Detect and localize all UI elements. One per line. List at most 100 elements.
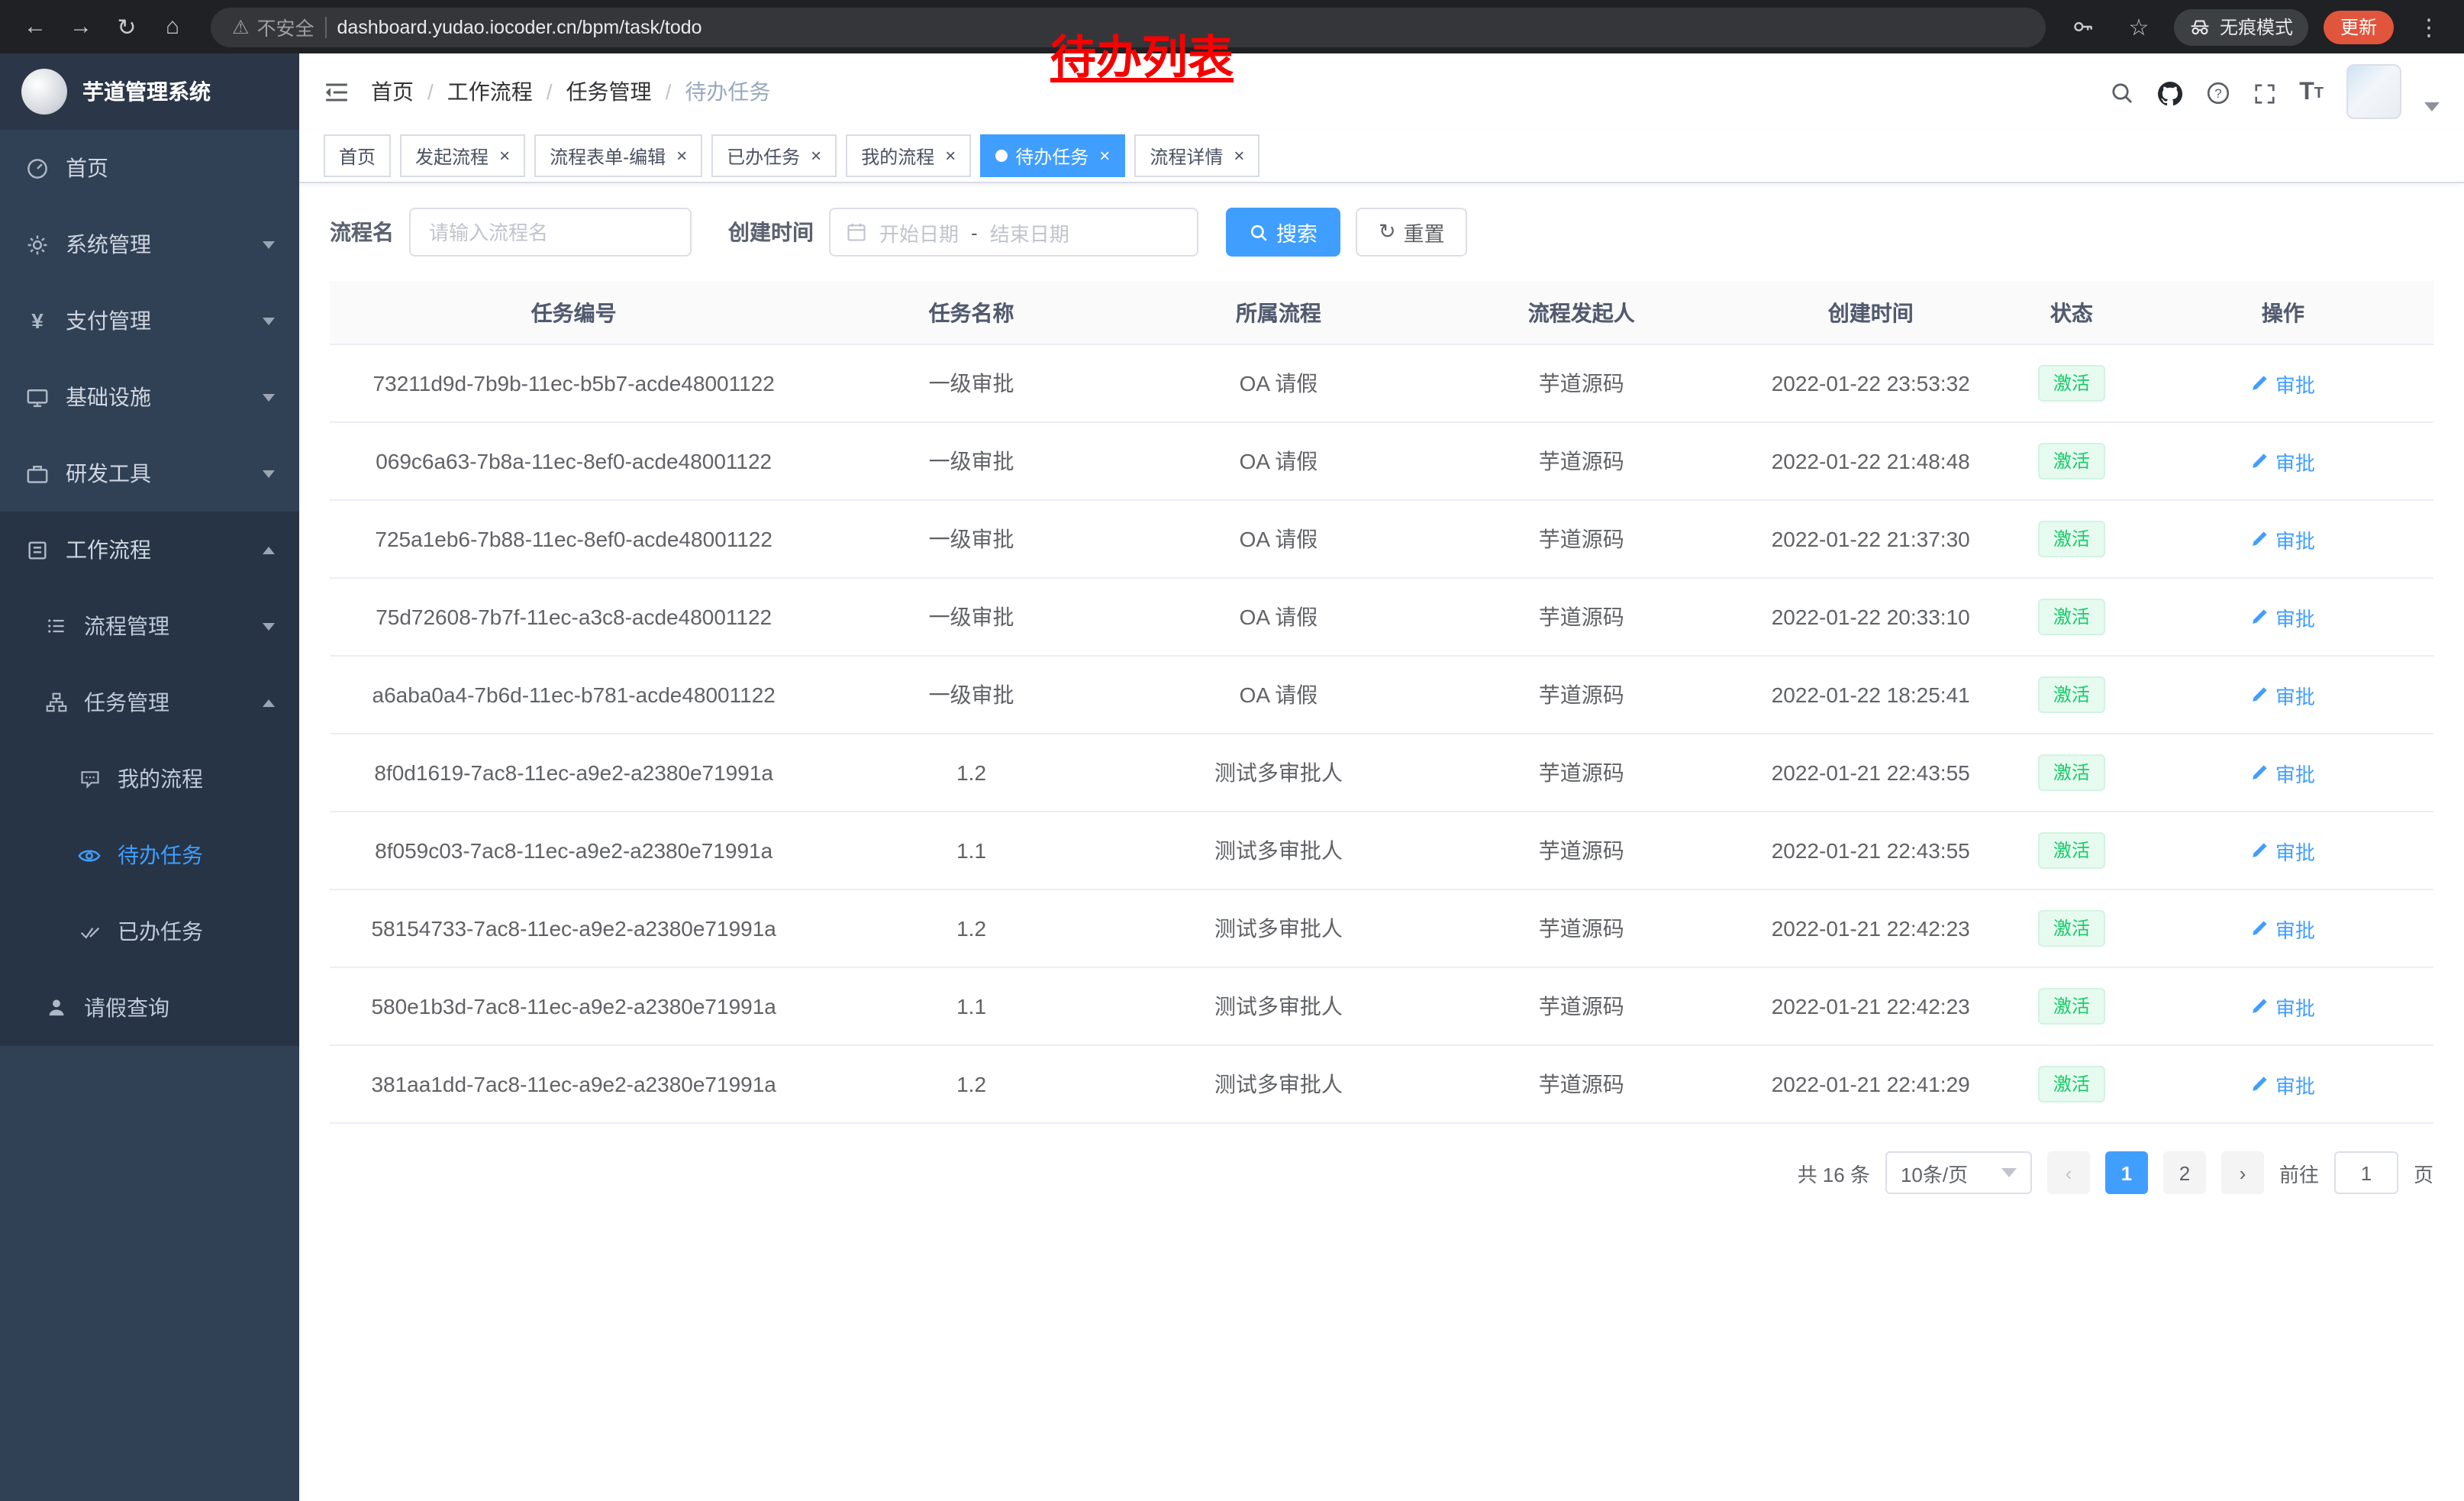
svg-text:?: ? (2214, 86, 2221, 101)
close-icon[interactable]: × (1099, 147, 1110, 165)
chevron-down-icon (263, 470, 275, 477)
active-dot (995, 150, 1008, 162)
cell-initiator: 芋道源码 (1432, 422, 1730, 500)
edit-pencil-icon (2251, 530, 2269, 548)
tab-my-processes[interactable]: 我的流程 × (846, 134, 971, 177)
approve-link[interactable]: 审批 (2251, 836, 2315, 865)
close-icon[interactable]: × (499, 147, 510, 165)
browser-forward-button[interactable]: → (61, 7, 101, 47)
browser-reload-button[interactable]: ↻ (107, 7, 147, 47)
search-button[interactable]: 搜索 (1226, 208, 1340, 257)
github-icon[interactable] (2157, 67, 2183, 119)
close-icon[interactable]: × (945, 147, 956, 165)
edit-pencil-icon (2251, 997, 2269, 1015)
breadcrumb-home[interactable]: 首页 (371, 76, 414, 107)
create-time-label: 创建时间 (728, 217, 814, 247)
cell-actions: 审批 (2133, 422, 2433, 500)
approve-link[interactable]: 审批 (2251, 680, 2315, 709)
screen: ← → ↻ ⌂ ⚠ 不安全 dashboard.yudao.iocoder.cn… (0, 0, 2464, 1501)
approve-link[interactable]: 审批 (2251, 1070, 2315, 1099)
key-icon[interactable] (2064, 7, 2104, 47)
sidebar-item-system[interactable]: 系统管理 (0, 206, 299, 282)
approve-link[interactable]: 审批 (2251, 914, 2315, 943)
sidebar-item-process-management[interactable]: 流程管理 (0, 588, 299, 664)
approve-link[interactable]: 审批 (2251, 602, 2315, 631)
sidebar-item-home[interactable]: 首页 (0, 130, 299, 206)
close-icon[interactable]: × (676, 147, 687, 165)
app-title: 芋道管理系统 (82, 76, 211, 107)
cell-status: 激活 (2011, 1045, 2133, 1123)
sidebar-item-leave-query[interactable]: 请假查询 (0, 970, 299, 1046)
status-badge: 激活 (2038, 1066, 2105, 1102)
breadcrumb-workflow[interactable]: 工作流程 (447, 76, 533, 107)
browser-menu-icon[interactable]: ⋮ (2409, 7, 2449, 47)
tab-form-edit[interactable]: 流程表单-编辑 × (534, 134, 702, 177)
date-range-picker[interactable]: 开始日期 - 结束日期 (829, 208, 1198, 257)
sidebar-item-my-processes[interactable]: 我的流程 (0, 741, 299, 817)
goto-page-input[interactable] (2334, 1151, 2398, 1194)
search-icon[interactable] (2110, 67, 2134, 119)
page-button-2[interactable]: 2 (2163, 1151, 2206, 1194)
browser-back-button[interactable]: ← (15, 7, 55, 47)
tab-home[interactable]: 首页 (324, 134, 391, 177)
close-icon[interactable]: × (1234, 147, 1244, 165)
tab-start-process[interactable]: 发起流程 × (400, 134, 525, 177)
total-count: 共 16 条 (1798, 1158, 1870, 1187)
browser-update-button[interactable]: 更新 (2324, 10, 2394, 44)
tab-process-detail[interactable]: 流程详情 × (1134, 134, 1259, 177)
cell-initiator: 芋道源码 (1432, 500, 1730, 578)
sidebar-item-done-tasks[interactable]: 已办任务 (0, 893, 299, 970)
breadcrumb-separator: / (427, 79, 434, 104)
help-icon[interactable]: ? (2206, 67, 2230, 119)
table-row: 8f0d1619-7ac8-11ec-a9e2-a2380e71991a 1.2… (330, 734, 2433, 812)
bookmark-star-icon[interactable]: ☆ (2119, 7, 2159, 47)
edit-pencil-icon (2251, 1075, 2269, 1093)
sidebar-item-task-management[interactable]: 任务管理 (0, 664, 299, 741)
cell-status: 激活 (2011, 578, 2133, 656)
font-size-icon[interactable]: TT (2299, 67, 2324, 119)
close-icon[interactable]: × (811, 147, 821, 165)
cell-create-time: 2022-01-21 22:42:23 (1730, 889, 2011, 967)
page-size-select[interactable]: 10条/页 (1885, 1151, 2032, 1194)
user-avatar[interactable] (2346, 64, 2401, 119)
approve-link[interactable]: 审批 (2251, 525, 2315, 554)
cell-create-time: 2022-01-22 21:48:48 (1730, 422, 2011, 500)
process-name-input[interactable] (409, 208, 692, 257)
page-button-1[interactable]: 1 (2105, 1151, 2148, 1194)
sidebar-menu: 首页 系统管理 ¥ 支付管理 (0, 130, 299, 1501)
sidebar-toggle-icon[interactable] (324, 66, 350, 118)
check-circle-icon (76, 921, 102, 942)
sidebar-item-devtools[interactable]: 研发工具 (0, 435, 299, 512)
prev-page-button[interactable]: ‹ (2047, 1151, 2090, 1194)
sidebar-item-todo-tasks[interactable]: 待办任务 (0, 817, 299, 893)
chevron-down-icon (263, 393, 275, 401)
page-content: 流程名 创建时间 开始日期 - 结束日期 搜索 (299, 183, 2464, 1501)
approve-link[interactable]: 审批 (2251, 447, 2315, 476)
tab-todo-tasks[interactable]: 待办任务 × (980, 134, 1125, 177)
approve-link[interactable]: 审批 (2251, 992, 2315, 1021)
approve-link[interactable]: 审批 (2251, 369, 2315, 398)
cell-task-id: 580e1b3d-7ac8-11ec-a9e2-a2380e71991a (330, 967, 818, 1045)
breadcrumb-task-management[interactable]: 任务管理 (566, 76, 652, 107)
next-page-button[interactable]: › (2221, 1151, 2264, 1194)
security-indicator[interactable]: ⚠ 不安全 (232, 12, 314, 41)
cell-initiator: 芋道源码 (1432, 578, 1730, 656)
cell-task-id: 381aa1dd-7ac8-11ec-a9e2-a2380e71991a (330, 1045, 818, 1123)
sidebar-item-label: 任务管理 (84, 687, 169, 718)
col-task-id: 任务编号 (330, 281, 818, 344)
cell-task-id: 8f0d1619-7ac8-11ec-a9e2-a2380e71991a (330, 734, 818, 812)
sidebar-item-label: 系统管理 (66, 229, 151, 260)
sidebar: 芋道管理系统 首页 系统管理 ¥ (0, 53, 299, 1501)
table-row: 75d72608-7b7f-11ec-a3c8-acde48001122 一级审… (330, 578, 2433, 656)
sidebar-item-workflow[interactable]: 工作流程 (0, 512, 299, 588)
cell-create-time: 2022-01-22 23:53:32 (1730, 344, 2011, 422)
tab-done-tasks[interactable]: 已办任务 × (711, 134, 837, 177)
chevron-down-icon (263, 317, 275, 324)
browser-home-button[interactable]: ⌂ (153, 7, 192, 47)
sidebar-item-infrastructure[interactable]: 基础设施 (0, 359, 299, 435)
fullscreen-icon[interactable] (2253, 67, 2276, 119)
reset-button[interactable]: ↻ 重置 (1356, 208, 1468, 257)
sidebar-item-payment[interactable]: ¥ 支付管理 (0, 282, 299, 359)
approve-link[interactable]: 审批 (2251, 758, 2315, 787)
address-divider (324, 16, 326, 37)
